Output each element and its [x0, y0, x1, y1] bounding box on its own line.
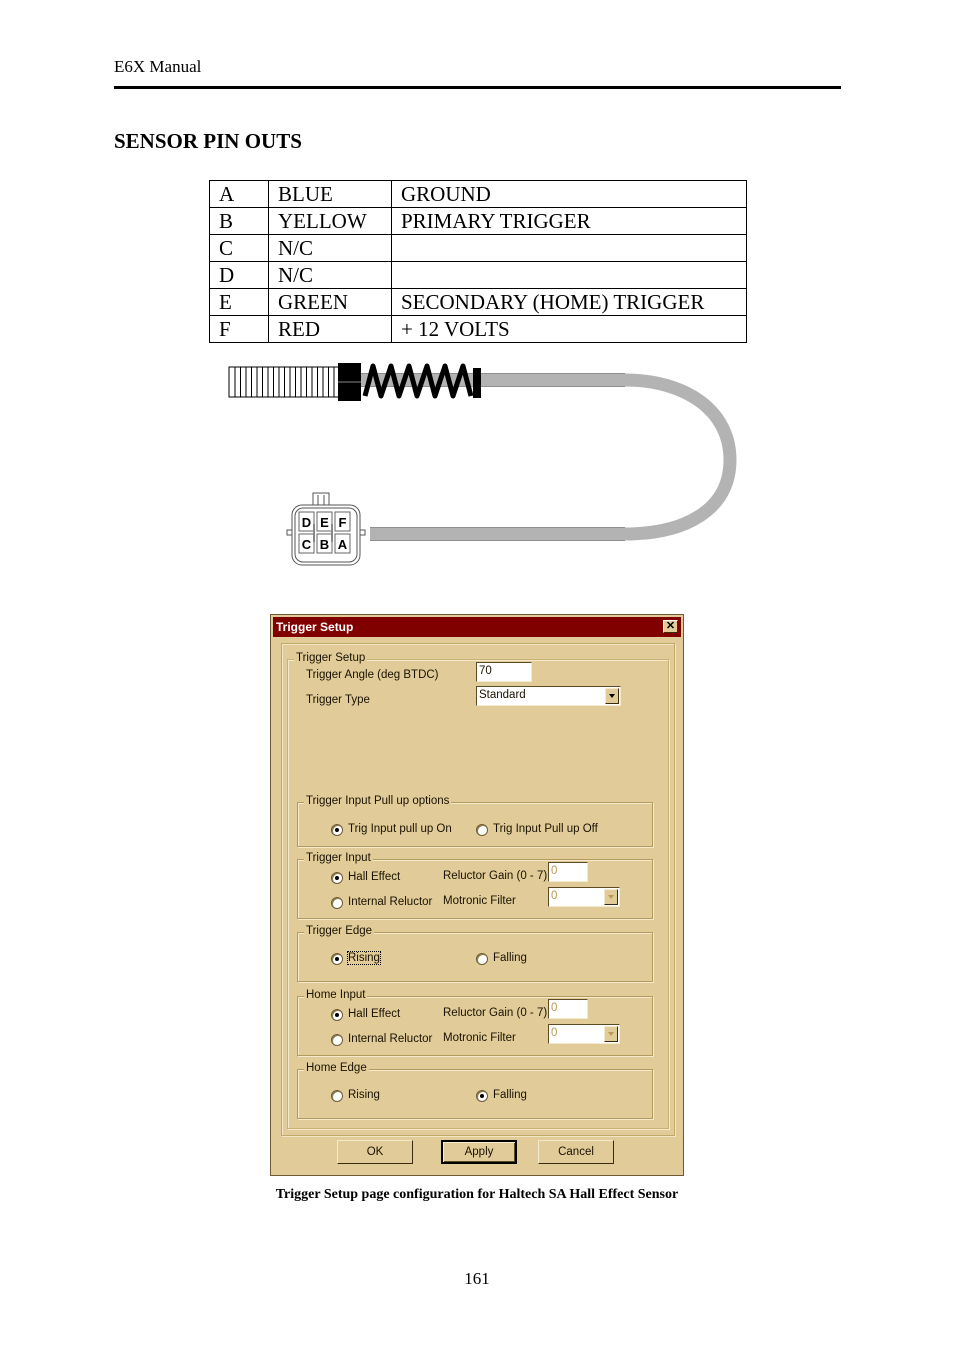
radio-home-reluctor-label[interactable]: Internal Reluctor — [348, 1033, 432, 1045]
radio-trigger-reluctor[interactable] — [331, 897, 343, 909]
group-label: Trigger Setup — [294, 652, 368, 664]
close-button[interactable]: ✕ — [663, 620, 678, 633]
radio-trigger-rising-label[interactable]: Rising — [347, 951, 381, 965]
home-filter-select[interactable]: 0 — [548, 1024, 620, 1044]
radio-pullup-on-label[interactable]: Trig Input pull up On — [348, 823, 452, 835]
radio-trigger-falling-label[interactable]: Falling — [493, 952, 527, 964]
dialog-title: Trigger Setup — [276, 620, 354, 634]
pin-cell: B — [209, 207, 269, 235]
radio-pullup-on[interactable] — [331, 824, 343, 836]
pinout-table: A BLUE GROUND B YELLOW PRIMARY TRIGGER C N/C D N/… — [209, 180, 747, 343]
running-header: E6X Manual — [114, 57, 202, 76]
pinout-row: B YELLOW PRIMARY TRIGGER — [209, 207, 747, 235]
group-label: Trigger Input — [304, 852, 373, 864]
radio-trigger-falling[interactable] — [476, 953, 488, 965]
wire-color-cell: GREEN — [268, 288, 392, 316]
pinout-row: C N/C — [209, 234, 747, 262]
trigger-filter-label: Motronic Filter — [443, 895, 516, 907]
pinout-row: F RED + 12 VOLTS — [209, 315, 747, 343]
chevron-down-icon[interactable] — [604, 1026, 618, 1042]
trigger-gain-label: Reluctor Gain (0 - 7) — [443, 870, 548, 882]
chevron-down-icon[interactable] — [605, 688, 619, 704]
radio-trigger-hall-label[interactable]: Hall Effect — [348, 871, 400, 883]
trigger-filter-value: 0 — [551, 890, 558, 902]
trigger-angle-label: Trigger Angle (deg BTDC) — [306, 669, 439, 681]
connector-pin-label: E — [320, 515, 329, 530]
title-bar[interactable]: Trigger Setup ✕ — [273, 617, 681, 637]
section-title: SENSOR PIN OUTS — [114, 129, 302, 153]
sensor-cable — [361, 373, 737, 541]
radio-pullup-off[interactable] — [476, 824, 488, 836]
pin-cell: E — [209, 288, 269, 316]
wire-color-cell: RED — [268, 315, 392, 343]
radio-home-reluctor[interactable] — [331, 1034, 343, 1046]
radio-trigger-hall[interactable] — [331, 872, 343, 884]
apply-button[interactable]: Apply — [441, 1140, 517, 1164]
function-cell — [391, 261, 747, 289]
connector-pin-label: D — [302, 515, 311, 530]
radio-home-hall[interactable] — [331, 1009, 343, 1021]
home-filter-label: Motronic Filter — [443, 1032, 516, 1044]
chevron-down-icon[interactable] — [604, 889, 618, 905]
trigger-setup-dialog: Trigger Setup ✕ Trigger Setup Trigger An… — [270, 614, 684, 1176]
function-cell: PRIMARY TRIGGER — [391, 207, 747, 235]
trigger-type-select[interactable]: Standard — [476, 686, 621, 706]
home-filter-value: 0 — [551, 1027, 558, 1039]
pin-cell: A — [209, 180, 269, 208]
connector-pin-label: F — [339, 515, 347, 530]
group-label: Home Input — [304, 989, 368, 1001]
figure-caption: Trigger Setup page configuration for Hal… — [275, 1187, 679, 1202]
radio-home-rising[interactable] — [331, 1090, 343, 1102]
trigger-gain-input[interactable]: 0 — [548, 862, 588, 882]
page-number: 161 — [464, 1269, 490, 1288]
close-icon: ✕ — [665, 620, 676, 632]
radio-home-rising-label[interactable]: Rising — [348, 1089, 380, 1101]
radio-home-falling-label[interactable]: Falling — [493, 1089, 527, 1101]
home-gain-input[interactable]: 0 — [548, 999, 588, 1019]
function-cell: SECONDARY (HOME) TRIGGER — [391, 288, 747, 316]
settings-panel: Trigger Setup Trigger Angle (deg BTDC) 7… — [281, 643, 675, 1136]
radio-trigger-rising[interactable] — [331, 953, 343, 965]
trigger-type-value: Standard — [479, 689, 526, 701]
pinout-row: E GREEN SECONDARY (HOME) TRIGGER — [209, 288, 747, 316]
group-label: Home Edge — [304, 1062, 369, 1074]
cancel-button[interactable]: Cancel — [538, 1140, 614, 1164]
sensor-diagram: D E F C B A — [228, 363, 737, 566]
trigger-angle-input[interactable]: 70 — [476, 662, 532, 682]
home-gain-label: Reluctor Gain (0 - 7) — [443, 1007, 548, 1019]
radio-home-falling[interactable] — [476, 1090, 488, 1102]
connector-pin-label: A — [338, 537, 348, 552]
sensor-threaded-body — [228, 366, 340, 398]
connector-pin-label: C — [302, 537, 312, 552]
radio-home-hall-label[interactable]: Hall Effect — [348, 1008, 400, 1020]
pin-cell: F — [209, 315, 269, 343]
function-cell — [391, 234, 747, 262]
wire-color-cell: BLUE — [268, 180, 392, 208]
pinout-row: D N/C — [209, 261, 747, 289]
group-label: Trigger Input Pull up options — [304, 795, 452, 807]
wire-color-cell: N/C — [268, 234, 392, 262]
pin-cell: D — [209, 261, 269, 289]
ok-button[interactable]: OK — [337, 1140, 413, 1164]
pin-cell: C — [209, 234, 269, 262]
trigger-type-label: Trigger Type — [306, 694, 370, 706]
trigger-filter-select[interactable]: 0 — [548, 887, 620, 907]
radio-trigger-reluctor-label[interactable]: Internal Reluctor — [348, 896, 432, 908]
connector-plug: D E F C B A — [286, 492, 366, 566]
group-label: Trigger Edge — [304, 925, 375, 937]
function-cell: + 12 VOLTS — [391, 315, 747, 343]
radio-pullup-off-label[interactable]: Trig Input Pull up Off — [493, 823, 598, 835]
wire-color-cell: N/C — [268, 261, 392, 289]
header-rule — [114, 86, 841, 89]
wire-color-cell: YELLOW — [268, 207, 392, 235]
function-cell: GROUND — [391, 180, 747, 208]
pinout-row: A BLUE GROUND — [209, 180, 747, 208]
connector-pin-label: B — [320, 537, 329, 552]
